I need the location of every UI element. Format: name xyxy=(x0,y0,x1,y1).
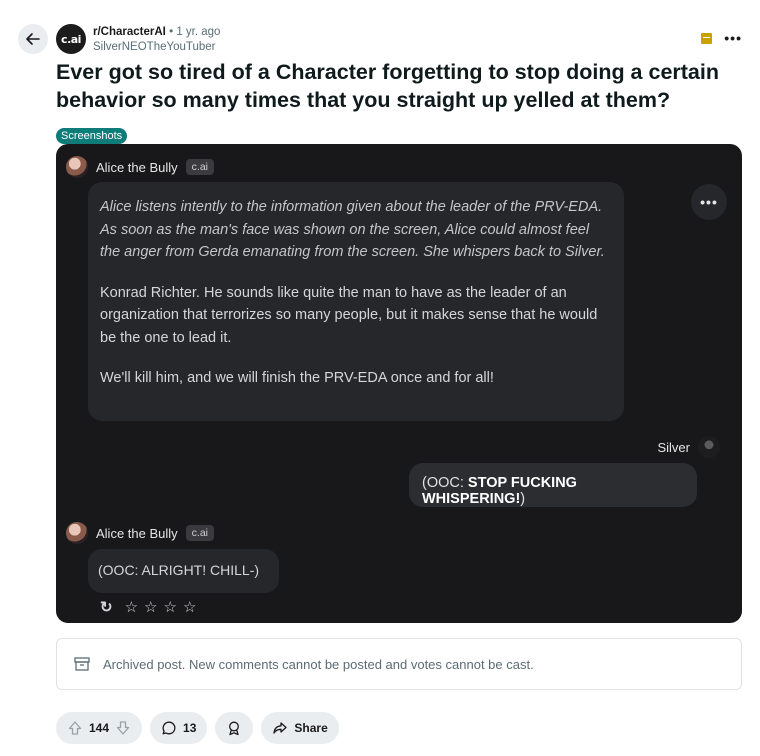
subreddit-link[interactable]: r/CharacterAI xyxy=(93,26,166,38)
comment-count: 13 xyxy=(183,721,197,735)
character-name: Alice the Bully xyxy=(96,525,178,541)
user-header: Silver xyxy=(657,436,720,458)
post-title: Ever got so tired of a Character forgett… xyxy=(56,60,719,112)
refresh-icon: ↻ xyxy=(100,599,113,616)
user-message-suffix: ) xyxy=(520,491,526,507)
message-more-icon: ••• xyxy=(691,184,727,220)
upvote-count: 144 xyxy=(89,721,110,735)
user-avatar xyxy=(698,436,720,458)
character-header: Alice the Bully c.ai xyxy=(66,522,214,544)
star-icon: ☆ xyxy=(163,599,177,616)
award-button[interactable] xyxy=(215,712,254,744)
award-icon xyxy=(229,721,240,736)
share-icon xyxy=(273,722,288,734)
character-header: Alice the Bully c.ai xyxy=(66,156,214,178)
user-message-prefix: (OOC: xyxy=(422,475,468,491)
comments-button[interactable]: 13 xyxy=(150,712,208,744)
character-reply: (OOC: ALRIGHT! CHILL-) xyxy=(88,549,279,593)
archived-text: Archived post. New comments cannot be po… xyxy=(103,656,534,672)
star-icon: ☆ xyxy=(124,599,139,616)
meta-separator: • xyxy=(169,26,174,38)
character-name: Alice the Bully xyxy=(96,159,178,175)
arrow-left-icon xyxy=(26,33,40,45)
message-action-text: Alice listens intently to the informatio… xyxy=(100,199,605,260)
action-bar: 144 13 Share xyxy=(56,712,339,744)
top-actions: ••• xyxy=(701,30,742,46)
post-time: 1 yr. ago xyxy=(176,26,221,38)
message-paragraph: Konrad Richter. He sounds like quite the… xyxy=(100,284,598,346)
comment-icon xyxy=(162,721,176,735)
post-flair[interactable]: Screenshots xyxy=(56,128,128,144)
cai-tag: c.ai xyxy=(185,159,214,175)
post-image[interactable]: Alice the Bully c.ai Alice listens inten… xyxy=(56,144,742,623)
upvote-icon[interactable] xyxy=(67,720,83,736)
post-meta: r/CharacterAI • 1 yr. ago SilverNEOTheYo… xyxy=(93,25,220,55)
subreddit-avatar[interactable]: c.ai xyxy=(56,24,86,54)
author-link[interactable]: SilverNEOTheYouTuber xyxy=(93,40,220,55)
share-button[interactable]: Share xyxy=(261,712,339,744)
user-name: Silver xyxy=(657,439,690,455)
message-paragraph: We'll kill him, and we will finish the P… xyxy=(100,370,494,386)
archive-icon xyxy=(74,657,90,671)
character-avatar xyxy=(66,156,88,178)
rating-row: ↻ ☆ ☆ ☆ ☆ xyxy=(100,598,196,616)
share-label: Share xyxy=(294,721,328,735)
star-icon: ☆ xyxy=(182,599,197,616)
vote-pill: 144 xyxy=(56,712,143,744)
back-button[interactable] xyxy=(18,24,48,54)
user-message: (OOC: STOP FUCKING WHISPERING!) xyxy=(409,463,697,507)
character-message: Alice listens intently to the informatio… xyxy=(88,182,624,421)
downvote-icon[interactable] xyxy=(115,720,131,736)
archived-notice: Archived post. New comments cannot be po… xyxy=(56,638,742,690)
more-options-button[interactable]: ••• xyxy=(724,30,742,46)
character-avatar xyxy=(66,522,88,544)
cai-tag: c.ai xyxy=(185,525,214,541)
star-icon: ☆ xyxy=(144,599,158,616)
archived-badge-icon xyxy=(701,32,713,44)
